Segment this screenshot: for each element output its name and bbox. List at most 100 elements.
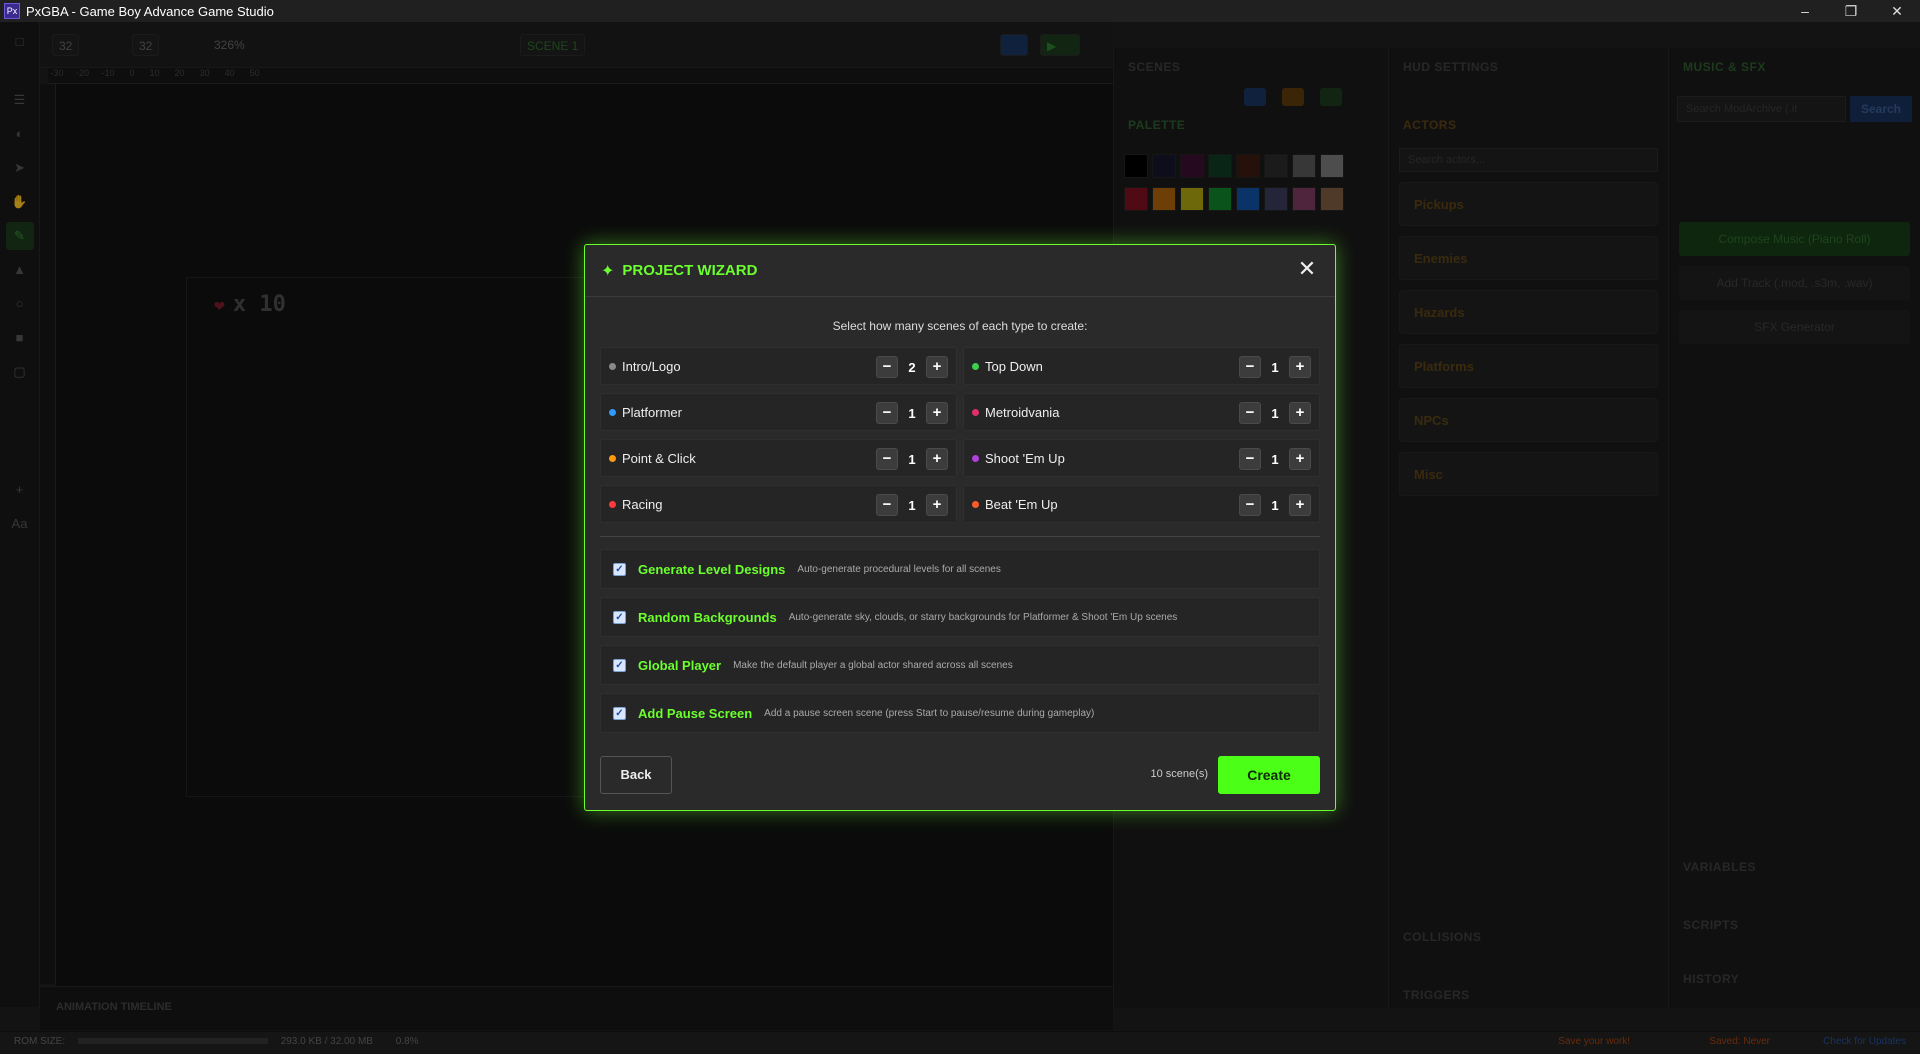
scene-type-dot: [972, 408, 979, 416]
scene-type-row: Top Down −1 +: [963, 347, 1320, 385]
option-description: Auto-generate sky, clouds, or starry bac…: [788, 611, 1178, 623]
decrement-button[interactable]: −: [1239, 356, 1261, 378]
scene-count-stepper: −2 +: [876, 356, 948, 378]
scene-count-stepper: −1 +: [1239, 448, 1311, 470]
wizard-option-row: ✓ Global Player Make the default player a …: [600, 645, 1320, 685]
option-title: Random Backgrounds: [638, 609, 777, 625]
scene-type-label: Platformer: [622, 404, 682, 420]
close-icon[interactable]: ✕: [1295, 257, 1319, 281]
wizard-subtitle: Select how many scenes of each type to c…: [832, 319, 1088, 333]
scene-type-dot: [609, 408, 616, 416]
option-title: Generate Level Designs: [638, 561, 786, 577]
option-checkbox[interactable]: ✓: [613, 658, 626, 672]
scene-count-value: 1: [908, 451, 916, 467]
scene-count-value: 2: [908, 359, 916, 375]
scene-type-row: Intro/Logo −2 +: [600, 347, 957, 385]
option-title: Add Pause Screen: [638, 705, 753, 721]
scene-type-dot: [972, 454, 979, 462]
scene-count-value: 1: [908, 497, 916, 513]
check-updates-link[interactable]: Check for Updates: [1823, 1036, 1906, 1047]
wizard-header: ✦ PROJECT WIZARD ✕: [585, 245, 1335, 297]
increment-button[interactable]: +: [1289, 494, 1311, 516]
scene-count-stepper: −1 +: [876, 402, 948, 424]
decrement-button[interactable]: −: [876, 494, 898, 516]
increment-button[interactable]: +: [926, 356, 948, 378]
divider: [600, 536, 1320, 537]
sparkle-icon: ✦: [601, 262, 615, 280]
scene-count-value: 1: [1271, 451, 1279, 467]
increment-button[interactable]: +: [1289, 448, 1311, 470]
scene-type-label: Racing: [622, 496, 663, 512]
minimize-icon[interactable]: –: [1782, 0, 1828, 22]
scene-count-value: 1: [1271, 497, 1279, 513]
scene-type-dot: [609, 500, 616, 508]
scene-type-row: Shoot 'Em Up −1 +: [963, 439, 1320, 477]
restore-icon[interactable]: ❐: [1828, 0, 1874, 22]
project-wizard-dialog: ✦ PROJECT WIZARD ✕ Select how many scene…: [584, 244, 1336, 811]
scene-type-label: Metroidvania: [985, 404, 1060, 420]
increment-button[interactable]: +: [926, 448, 948, 470]
window-title: PxGBA - Game Boy Advance Game Studio: [26, 3, 274, 19]
wizard-footer: Back 10 scene(s) Create: [600, 756, 1320, 794]
scene-type-row: Point & Click −1 +: [600, 439, 957, 477]
scene-count: 10 scene(s): [1150, 768, 1208, 780]
scene-type-row: Platformer −1 +: [600, 393, 957, 431]
scene-type-label: Beat 'Em Up: [985, 496, 1058, 512]
scene-count-stepper: −1 +: [876, 494, 948, 516]
scene-count-stepper: −1 +: [1239, 494, 1311, 516]
increment-button[interactable]: +: [926, 494, 948, 516]
save-warning: Save your work!: [1558, 1036, 1630, 1047]
window-controls: – ❐ ✕: [1782, 0, 1920, 22]
saved-status: Saved: Never: [1709, 1036, 1770, 1047]
scene-type-label: Top Down: [985, 358, 1043, 374]
increment-button[interactable]: +: [926, 402, 948, 424]
scene-type-row: Racing −1 +: [600, 485, 957, 523]
decrement-button[interactable]: −: [1239, 494, 1261, 516]
scene-type-label: Point & Click: [622, 450, 696, 466]
increment-button[interactable]: +: [1289, 356, 1311, 378]
scene-type-row: Metroidvania −1 +: [963, 393, 1320, 431]
scene-count-value: 1: [1271, 405, 1279, 421]
scene-count-value: 1: [1271, 359, 1279, 375]
scene-count-value: 1: [908, 405, 916, 421]
back-button[interactable]: Back: [600, 756, 672, 794]
increment-button[interactable]: +: [1289, 402, 1311, 424]
title-bar: Px PxGBA - Game Boy Advance Game Studio …: [0, 0, 1920, 22]
scene-type-dot: [609, 362, 616, 370]
option-title: Global Player: [638, 657, 722, 673]
decrement-button[interactable]: −: [1239, 448, 1261, 470]
scene-type-dot: [972, 500, 979, 508]
scene-type-label: Intro/Logo: [622, 358, 681, 374]
option-description: Make the default player a global actor s…: [733, 659, 1013, 671]
option-checkbox[interactable]: ✓: [613, 706, 626, 720]
close-window-icon[interactable]: ✕: [1874, 0, 1920, 22]
rom-size-percent: 0.8%: [395, 1036, 419, 1047]
option-description: Add a pause screen scene (press Start to…: [764, 707, 1095, 719]
decrement-button[interactable]: −: [1239, 402, 1261, 424]
create-button[interactable]: Create: [1218, 756, 1320, 794]
scene-type-dot: [972, 362, 979, 370]
scene-type-dot: [609, 454, 616, 462]
wizard-option-row: ✓ Random Backgrounds Auto-generate sky, cl…: [600, 597, 1320, 637]
wizard-option-row: ✓ Add Pause Screen Add a pause screen scen…: [600, 693, 1320, 733]
scene-type-label: Shoot 'Em Up: [985, 450, 1065, 466]
option-checkbox[interactable]: ✓: [613, 610, 626, 624]
decrement-button[interactable]: −: [876, 402, 898, 424]
scene-count-stepper: −1 +: [1239, 402, 1311, 424]
decrement-button[interactable]: −: [876, 448, 898, 470]
wizard-title: PROJECT WIZARD: [622, 262, 758, 279]
status-bar: ROM SIZE: 293.0 KB / 32.00 MB 0.8% Save …: [0, 1031, 1920, 1054]
wizard-options: ✓ Generate Level Designs Auto-generate pro…: [585, 549, 1335, 733]
scene-count-stepper: −1 +: [876, 448, 948, 470]
scene-type-grid: Intro/Logo −2 + Top Down −1 + Platformer −1 + Met…: [585, 347, 1335, 523]
rom-size-bar: [77, 1038, 268, 1044]
rom-size-label: ROM SIZE:: [14, 1036, 66, 1047]
scene-count-stepper: −1 +: [1239, 356, 1311, 378]
app-logo-icon: Px: [4, 3, 20, 19]
option-checkbox[interactable]: ✓: [613, 562, 626, 576]
decrement-button[interactable]: −: [876, 356, 898, 378]
scene-type-row: Beat 'Em Up −1 +: [963, 485, 1320, 523]
option-description: Auto-generate procedural levels for all …: [797, 563, 1001, 575]
rom-size-value: 293.0 KB / 32.00 MB: [280, 1036, 373, 1047]
wizard-option-row: ✓ Generate Level Designs Auto-generate pro…: [600, 549, 1320, 589]
